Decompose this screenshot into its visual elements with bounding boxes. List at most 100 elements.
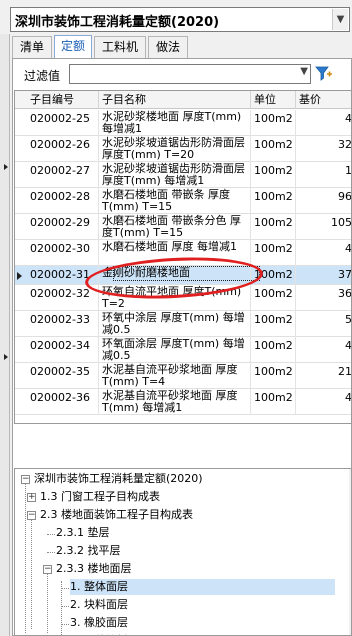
cell-unit: 100m2 (251, 240, 296, 266)
left-collapse-strip[interactable] (0, 34, 10, 636)
cell-price: 36 (296, 285, 351, 311)
tree-scrollbar[interactable] (349, 469, 351, 635)
tree-connector (31, 519, 32, 629)
tree-node-label: 2.3.2 找平层 (56, 544, 121, 557)
tree-node[interactable]: 2.3.1 垫层 (56, 525, 110, 541)
tree-node[interactable]: 2. 块料面层 (70, 597, 128, 613)
cell-price: 4 (296, 240, 351, 266)
cell-code: 020002-31 (27, 266, 99, 285)
top-margin (0, 0, 352, 6)
tree-connector (61, 581, 62, 635)
cell-code: 020002-26 (27, 136, 99, 162)
cell-code: 020002-27 (27, 162, 99, 188)
cell-name: 环氧中涂层 厚度T(mm) 每增减0.5 (99, 311, 251, 337)
cell-name: 水泥基自流平砂浆地面 厚度T(mm) 每增减1 (99, 389, 251, 415)
tree-connector (61, 588, 69, 589)
tree-node-label: 3. 橡胶面层 (70, 616, 128, 629)
cell-name: 水泥砂浆坡道锯齿形防滑面层 厚度T(mm) 每增减1 (99, 162, 251, 188)
current-row-indicator-icon (17, 272, 22, 280)
cell-code: 020002-25 (27, 110, 99, 136)
table-row[interactable]: 020002-27 水泥砂浆坡道锯齿形防滑面层 厚度T(mm) 每增减1 100m2… (15, 162, 351, 188)
cell-name: 环氧面涂层 厚度T(mm) 每增减0.5 (99, 337, 251, 363)
cell-name: 水泥基自流平砂浆地面 厚度T(mm) T=4 (99, 363, 251, 389)
tree-node[interactable]: 深圳市装饰工程消耗量定额(2020) (34, 471, 203, 487)
quota-library-dropdown[interactable]: 深圳市装饰工程消耗量定额(2020) ▼ (10, 7, 350, 32)
quota-chapter-tree: − 深圳市装饰工程消耗量定额(2020) +1.3 门窗工程子目构成表 −2.3 楼地… (14, 468, 352, 636)
filter-icon[interactable] (314, 63, 334, 83)
focus-outline (113, 266, 260, 281)
tree-node-label: 1. 整体面层 (70, 580, 128, 593)
cell-code: 020002-33 (27, 311, 99, 337)
tree-connector (61, 624, 69, 625)
cell-price: 32 (296, 136, 351, 162)
tree-node-label: 2.3 楼地面装饰工程子目构成表 (40, 508, 193, 521)
cell-unit: 100m2 (251, 337, 296, 363)
cell-code: 020002-28 (27, 188, 99, 214)
tree-node-label: 2. 块料面层 (70, 598, 128, 611)
cell-name: 环氧自流平地面 厚度T(mm) T=2 (99, 285, 251, 311)
column-header-price[interactable]: 基价 (296, 91, 351, 109)
table-row[interactable]: 020002-36 水泥基自流平砂浆地面 厚度T(mm) 每增减1 100m2 4 (15, 389, 351, 415)
cell-unit: 100m2 (251, 110, 296, 136)
caret-right-icon[interactable] (4, 354, 8, 360)
cell-price: 5 (296, 311, 351, 337)
table-row[interactable]: 020002-30 水磨石楼地面 厚度 每增减1 100m2 4 (15, 240, 351, 266)
table-row[interactable]: 020002-33 环氧中涂层 厚度T(mm) 每增减0.5 100m2 5 (15, 311, 351, 337)
tree-connector (61, 606, 69, 607)
table-row[interactable]: 020002-35 水泥基自流平砂浆地面 厚度T(mm) T=4 100m2 21 (15, 363, 351, 389)
cell-unit: 100m2 (251, 363, 296, 389)
column-header-unit[interactable]: 单位 (251, 91, 296, 109)
cell-price: 37 (296, 266, 351, 285)
tree-node[interactable]: 2.3.3 楼地面层 (56, 561, 132, 577)
filter-input[interactable]: ▼ (69, 64, 311, 84)
column-header-name[interactable]: 子目名称 (99, 91, 251, 109)
cell-name: 水泥砂浆坡道锯齿形防滑面层 厚度T(mm) T=20 (99, 136, 251, 162)
cell-code: 020002-32 (27, 285, 99, 311)
cell-name: 水磨石楼地面 带嵌条分色 厚度T(mm) T=15 (99, 214, 251, 240)
caret-right-icon[interactable] (4, 164, 8, 170)
table-header: 子目编号 子目名称 单位 基价 (15, 91, 351, 109)
filter-label: 过滤值 (24, 69, 61, 83)
cell-price: 4 (296, 110, 351, 136)
tree-node[interactable]: 3. 橡胶面层 (70, 615, 128, 631)
cell-unit: 100m2 (251, 389, 296, 415)
cell-price: 4 (296, 389, 351, 415)
tree-connector (47, 573, 48, 633)
cell-unit: 100m2 (251, 188, 296, 214)
table-row[interactable]: 020002-25 水泥砂浆楼地面 厚度T(mm) 每增减1 100m2 4 (15, 110, 351, 136)
column-header-code[interactable]: 子目编号 (27, 91, 99, 109)
table-row[interactable]: 020002-34 环氧面涂层 厚度T(mm) 每增减0.5 100m2 4 (15, 337, 351, 363)
cell-price: 4 (296, 337, 351, 363)
quota-library-value: 深圳市装饰工程消耗量定额(2020) (15, 15, 220, 30)
chevron-down-icon[interactable]: ▼ (300, 66, 308, 77)
tab-materials[interactable]: 工料机 (94, 36, 146, 58)
cell-price: 21 (296, 363, 351, 389)
tree-node[interactable]: 2.3.2 找平层 (56, 543, 121, 559)
tab-bill[interactable]: 清单 (12, 36, 52, 58)
tree-node[interactable]: 2.3 楼地面装饰工程子目构成表 (40, 507, 193, 523)
cell-code: 020002-30 (27, 240, 99, 266)
tree-node[interactable]: 1. 整体面层 (70, 579, 335, 595)
tab-method[interactable]: 做法 (148, 36, 188, 58)
tree-node[interactable]: 1.3 门窗工程子目构成表 (40, 489, 160, 505)
cell-code: 020002-36 (27, 389, 99, 415)
table-row[interactable]: 020002-26 水泥砂浆坡道锯齿形防滑面层 厚度T(mm) T=20 100m2… (15, 136, 351, 162)
cell-code: 020002-29 (27, 214, 99, 240)
tree-connector (47, 534, 55, 535)
quota-item-table: 子目编号 子目名称 单位 基价 020002-25 水泥砂浆楼地面 厚度T(mm)… (14, 90, 352, 424)
table-row[interactable]: 020002-31 金刚砂耐磨楼地面 100m2 37 (15, 266, 351, 285)
tree-node-label: 2.3.3 楼地面层 (56, 562, 132, 575)
table-row[interactable]: 020002-32 环氧自流平地面 厚度T(mm) T=2 100m2 36 (15, 285, 351, 311)
cell-unit: 100m2 (251, 162, 296, 188)
cell-name: 水磨石楼地面 带嵌条 厚度T(mm) T=15 (99, 188, 251, 214)
tab-quota[interactable]: 定额 (54, 35, 92, 59)
table-row[interactable]: 020002-29 水磨石楼地面 带嵌条分色 厚度T(mm) T=15 100m2 1… (15, 214, 351, 240)
table-row[interactable]: 020002-28 水磨石楼地面 带嵌条 厚度T(mm) T=15 100m2 96 (15, 188, 351, 214)
cell-name: 水磨石楼地面 厚度 每增减1 (99, 240, 251, 266)
tree-connector (25, 483, 26, 633)
chevron-down-icon[interactable]: ▼ (332, 9, 348, 30)
tree-connector (47, 552, 55, 553)
cell-unit: 100m2 (251, 311, 296, 337)
expand-plus-icon[interactable]: + (27, 493, 36, 502)
cell-unit: 100m2 (251, 136, 296, 162)
